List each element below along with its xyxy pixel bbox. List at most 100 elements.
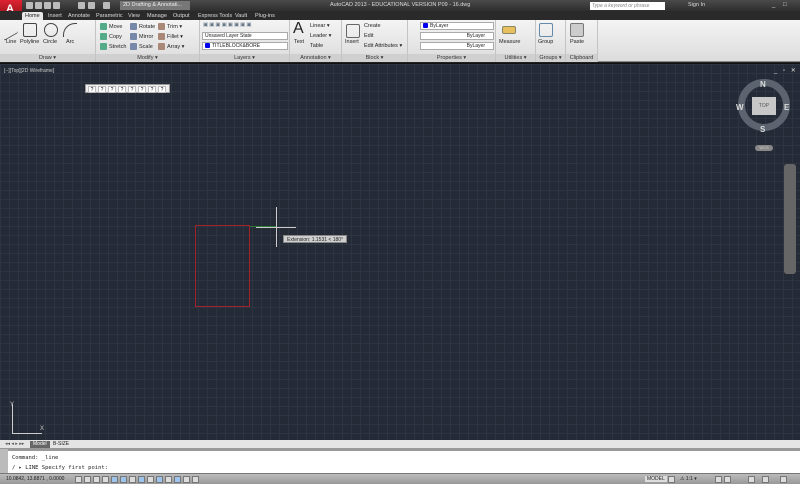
tab-view[interactable]: View xyxy=(125,12,143,20)
polyline-button[interactable]: Polyline xyxy=(20,39,39,45)
3d-osnap-toggle[interactable] xyxy=(129,476,136,483)
block-panel-label[interactable]: Block ▾ xyxy=(342,54,407,62)
edit-block-button[interactable]: Edit xyxy=(364,33,373,39)
table-button[interactable]: Table xyxy=(310,43,323,49)
tool-button[interactable]: ? xyxy=(138,86,146,93)
line-button[interactable]: Line xyxy=(6,39,16,45)
leader-button[interactable]: Leader ▾ xyxy=(310,33,331,39)
tool-button[interactable]: ? xyxy=(108,86,116,93)
scale-button[interactable]: Scale xyxy=(130,43,153,50)
insert-button[interactable]: Insert xyxy=(345,39,359,45)
clipboard-panel-label[interactable]: Clipboard xyxy=(566,54,597,62)
rotate-button[interactable]: Rotate xyxy=(130,23,155,30)
circle-button[interactable]: Circle xyxy=(43,39,57,45)
isolate-objects[interactable] xyxy=(762,476,769,483)
modify-panel-label[interactable]: Modify ▾ xyxy=(96,54,199,62)
redo-icon[interactable] xyxy=(103,2,110,9)
tab-manage[interactable]: Manage xyxy=(144,12,170,20)
tab-annotate[interactable]: Annotate xyxy=(65,12,93,20)
quick-view-layouts[interactable] xyxy=(668,476,675,483)
tab-vault[interactable]: Vault xyxy=(232,12,250,20)
wcs-menu[interactable]: WCS xyxy=(755,145,773,151)
selection-cycling-toggle[interactable] xyxy=(192,476,199,483)
groups-panel-label[interactable]: Groups ▾ xyxy=(536,54,565,62)
compass-west[interactable]: W xyxy=(736,103,744,112)
group-button[interactable]: Group xyxy=(538,39,553,45)
transparency-toggle[interactable] xyxy=(174,476,181,483)
plot-icon[interactable] xyxy=(78,2,85,9)
copy-button[interactable]: Copy xyxy=(100,33,122,40)
annotation-scale[interactable]: ⚠ 1:1 ▾ xyxy=(680,476,697,482)
model-space-button[interactable]: MODEL xyxy=(645,476,667,482)
save-icon[interactable] xyxy=(44,2,51,9)
stretch-button[interactable]: Stretch xyxy=(100,43,126,50)
drawing-area[interactable]: [−][Top][2D Wireframe] ? ? ? ? ? ? ? ? E… xyxy=(0,63,800,440)
mirror-button[interactable]: Mirror xyxy=(130,33,153,40)
compass-south[interactable]: S xyxy=(760,125,765,134)
text-button[interactable]: Text xyxy=(294,39,304,45)
grid-toggle[interactable] xyxy=(93,476,100,483)
lock-icon[interactable] xyxy=(724,476,731,483)
layer-tools-icons[interactable]: ▣▣▣▣▣▣▣▣ xyxy=(203,22,253,28)
search-input[interactable]: Type a keyword or phrase xyxy=(590,2,665,10)
compass-north[interactable]: N xyxy=(760,80,766,89)
workspace-switching[interactable] xyxy=(715,476,722,483)
command-line[interactable]: Command: _line / ▸ LINE Specify first po… xyxy=(0,449,800,473)
coordinates-readout[interactable]: 10.0842, 13.8871 , 0.0000 xyxy=(6,476,64,482)
properties-panel-label[interactable]: Properties ▾ xyxy=(408,54,495,62)
snap-toggle[interactable] xyxy=(84,476,91,483)
command-prompt[interactable]: / ▸ LINE Specify first point: xyxy=(12,465,108,471)
otrack-toggle[interactable] xyxy=(138,476,145,483)
navigation-bar[interactable] xyxy=(784,164,796,274)
tool-button[interactable]: ? xyxy=(158,86,166,93)
tab-express-tools[interactable]: Express Tools xyxy=(195,12,235,20)
quick-properties-toggle[interactable] xyxy=(183,476,190,483)
tab-plug-ins[interactable]: Plug-ins xyxy=(252,12,278,20)
polar-toggle[interactable] xyxy=(111,476,118,483)
tab-b-size[interactable]: B-SIZE xyxy=(50,441,72,448)
lineweight-toggle[interactable] xyxy=(165,476,172,483)
viewcube-top-face[interactable]: TOP xyxy=(752,97,776,115)
command-line-handle[interactable] xyxy=(0,449,8,473)
edit-attributes-button[interactable]: Edit Attributes ▾ xyxy=(364,43,402,49)
red-rectangle[interactable] xyxy=(195,225,250,307)
tab-parametric[interactable]: Parametric xyxy=(93,12,126,20)
tool-button[interactable]: ? xyxy=(128,86,136,93)
lineweight-dropdown[interactable]: ByLayer xyxy=(420,42,494,50)
move-button[interactable]: Move xyxy=(100,23,122,30)
dynamic-input-toggle[interactable] xyxy=(156,476,163,483)
draw-panel-label[interactable]: Draw ▾ xyxy=(0,54,95,62)
undo-icon[interactable] xyxy=(88,2,95,9)
create-block-button[interactable]: Create xyxy=(364,23,381,29)
infer-constraints-toggle[interactable] xyxy=(75,476,82,483)
hardware-acceleration[interactable] xyxy=(748,476,755,483)
array-button[interactable]: Array ▾ xyxy=(158,43,184,50)
paste-button[interactable]: Paste xyxy=(570,39,584,45)
fillet-button[interactable]: Fillet ▾ xyxy=(158,33,183,40)
new-icon[interactable] xyxy=(26,2,33,9)
viewport-window-controls[interactable]: _ ▫ ✕ xyxy=(774,67,798,74)
clean-screen[interactable] xyxy=(780,476,787,483)
compass-east[interactable]: E xyxy=(784,103,789,112)
linetype-dropdown[interactable]: ByLayer xyxy=(420,32,494,40)
ortho-toggle[interactable] xyxy=(102,476,109,483)
layers-panel-label[interactable]: Layers ▾ xyxy=(200,54,289,62)
tab-output[interactable]: Output xyxy=(170,12,193,20)
tool-button[interactable]: ? xyxy=(88,86,96,93)
tab-home[interactable]: Home xyxy=(22,12,43,20)
trim-button[interactable]: Trim ▾ xyxy=(158,23,182,30)
layer-dropdown[interactable]: TITLEBLOCK&BORE xyxy=(202,42,288,50)
tab-insert[interactable]: Insert xyxy=(45,12,65,20)
ducs-toggle[interactable] xyxy=(147,476,154,483)
viewport-controls-label[interactable]: [−][Top][2D Wireframe] xyxy=(4,68,54,74)
osnap-toggle[interactable] xyxy=(120,476,127,483)
open-icon[interactable] xyxy=(35,2,42,9)
tool-button[interactable]: ? xyxy=(118,86,126,93)
utilities-panel-label[interactable]: Utilities ▾ xyxy=(496,54,535,62)
layer-state-dropdown[interactable]: Unsaved Layer State xyxy=(202,32,288,40)
arc-button[interactable]: Arc xyxy=(66,39,74,45)
save-as-icon[interactable] xyxy=(53,2,60,9)
tab-model[interactable]: Model xyxy=(30,441,50,448)
tool-button[interactable]: ? xyxy=(148,86,156,93)
tool-button[interactable]: ? xyxy=(98,86,106,93)
